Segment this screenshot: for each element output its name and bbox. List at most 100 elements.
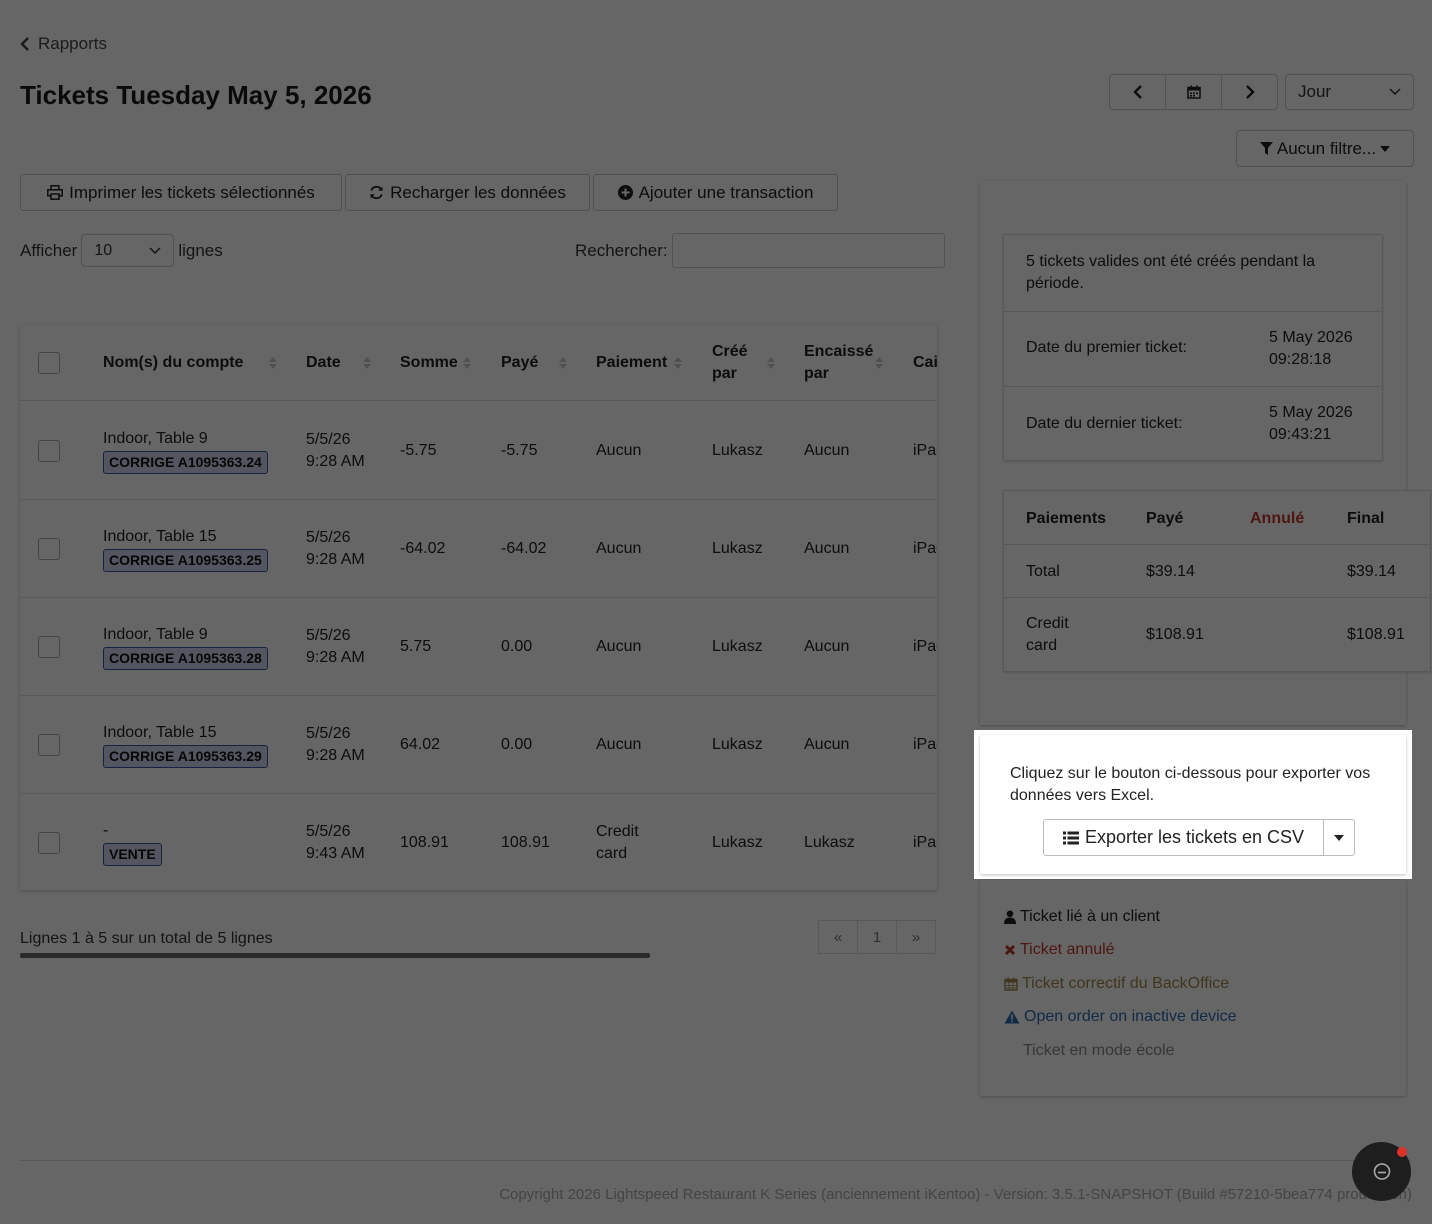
payments-header-voided: Annulé <box>1250 510 1305 527</box>
pagination: « 1 » <box>818 920 936 954</box>
payment-paid: $108.91 <box>1146 626 1204 643</box>
previous-page-button[interactable]: « <box>818 920 858 954</box>
divider <box>1004 544 1430 545</box>
paid-cell: -5.75 <box>501 442 538 459</box>
chevron-down-icon <box>1389 88 1401 96</box>
reload-data-button[interactable]: Recharger les données <box>345 174 590 211</box>
list-icon <box>1062 831 1079 844</box>
filter-label: Aucun filtre... <box>1276 138 1377 158</box>
date-cell: 5/5/26 9:43 AM <box>306 823 365 862</box>
export-options-toggle[interactable] <box>1323 819 1355 856</box>
export-instructions: Cliquez sur le bouton ci-dessous pour ex… <box>1010 765 1371 804</box>
export-panel: Cliquez sur le bouton ci-dessous pour ex… <box>974 730 1412 879</box>
column-header-created-by[interactable]: Créé par <box>712 325 776 401</box>
ticket-legend: Ticket lié à un client Ticket annulé Tic… <box>980 880 1406 1096</box>
sort-icon <box>463 357 471 369</box>
column-header-cashed-by[interactable]: Encaissé par <box>804 325 884 401</box>
row-checkbox[interactable] <box>38 734 60 756</box>
column-header-account[interactable]: Nom(s) du compte <box>103 325 278 401</box>
created-by-cell: Lukasz <box>712 638 763 655</box>
period-select[interactable]: Jour <box>1285 74 1414 110</box>
legend-school-mode: Ticket en mode école <box>1023 1042 1175 1059</box>
ticket-badge: CORRIGE A1095363.25 <box>103 549 268 572</box>
table-row[interactable]: Indoor, Table 15 CORRIGE A1095363.29 5/5/… <box>20 696 937 794</box>
table-row[interactable]: - VENTE 5/5/26 9:43 AM 108.91 108.91 Cred… <box>20 794 937 890</box>
created-by-cell: Lukasz <box>712 540 763 557</box>
plus-circle-icon <box>617 185 633 200</box>
created-by-cell: Lukasz <box>712 442 763 459</box>
print-icon <box>47 185 64 200</box>
table-row[interactable]: Indoor, Table 9 CORRIGE A1095363.28 5/5/2… <box>20 598 937 696</box>
date-cell: 5/5/26 9:28 AM <box>306 627 365 666</box>
sort-icon <box>363 357 371 369</box>
amount-cell: -64.02 <box>400 540 446 557</box>
caret-down-icon <box>1380 145 1391 152</box>
payment-cell: Credit card <box>596 823 639 862</box>
payments-header-final: Final <box>1347 510 1385 527</box>
payment-method: Total <box>1026 563 1060 580</box>
summary-note: 5 tickets valides ont été créés pendant … <box>1026 253 1316 292</box>
sort-icon <box>767 357 775 369</box>
next-period-button[interactable] <box>1221 74 1278 110</box>
search-input[interactable] <box>671 233 945 268</box>
payment-final: $39.14 <box>1347 563 1396 580</box>
row-checkbox[interactable] <box>38 832 60 854</box>
table-row[interactable]: Indoor, Table 15 CORRIGE A1095363.25 5/5/… <box>20 500 937 598</box>
first-ticket-value: 5 May 2026 09:28:18 <box>1269 329 1353 368</box>
rows-label: lignes <box>178 240 223 260</box>
page-length-value: 10 <box>94 241 113 259</box>
cashed-by-cell: Aucun <box>804 638 850 655</box>
chevron-down-icon <box>149 246 161 254</box>
register-cell: iPad <box>913 442 937 459</box>
last-ticket-value: 5 May 2026 09:43:21 <box>1269 404 1353 443</box>
row-checkbox[interactable] <box>38 440 60 462</box>
account-cell: Indoor, Table 15 CORRIGE A1095363.25 <box>103 500 293 598</box>
payment-cell: Aucun <box>596 540 642 557</box>
calendar-button[interactable] <box>1165 74 1222 110</box>
column-header-amount[interactable]: Somme <box>400 325 472 401</box>
column-header-payment[interactable]: Paiement <box>596 325 683 401</box>
created-by-cell: Lukasz <box>712 736 763 753</box>
filter-dropdown-button[interactable]: Aucun filtre... <box>1236 130 1414 167</box>
back-link-label: Rapports <box>38 34 107 53</box>
column-header-paid[interactable]: Payé <box>501 325 568 401</box>
row-checkbox[interactable] <box>38 538 60 560</box>
table-row[interactable]: Indoor, Table 9 CORRIGE A1095363.24 5/5/2… <box>20 402 937 500</box>
chat-support-button[interactable] <box>1352 1142 1411 1201</box>
ticket-badge: CORRIGE A1095363.29 <box>103 745 268 768</box>
page-length-select[interactable]: 10 <box>81 234 175 267</box>
horizontal-scrollbar[interactable] <box>20 953 650 958</box>
account-cell: - VENTE <box>103 794 293 890</box>
paid-cell: 0.00 <box>501 736 533 753</box>
column-header-register[interactable]: Cai <box>913 325 937 401</box>
print-selected-tickets-button[interactable]: Imprimer les tickets sélectionnés <box>20 174 342 211</box>
next-page-button[interactable]: » <box>896 920 936 954</box>
sort-icon <box>559 357 567 369</box>
export-csv-button[interactable]: Exporter les tickets en CSV <box>1043 819 1324 856</box>
register-cell: iPad <box>913 540 937 557</box>
user-icon <box>1004 910 1016 924</box>
account-cell: Indoor, Table 9 CORRIGE A1095363.24 <box>103 402 293 500</box>
add-transaction-button[interactable]: Ajouter une transaction <box>593 174 838 211</box>
cashed-by-cell: Aucun <box>804 442 850 459</box>
date-cell: 5/5/26 9:28 AM <box>306 725 365 764</box>
previous-period-button[interactable] <box>1109 74 1166 110</box>
payment-cell: Aucun <box>596 638 642 655</box>
tickets-table: Nom(s) du compte Date Somme Payé Paiemen… <box>20 325 937 890</box>
table-info: Lignes 1 à 5 sur un total de 5 lignes <box>20 930 273 947</box>
row-checkbox[interactable] <box>38 636 60 658</box>
payment-cell: Aucun <box>596 736 642 753</box>
register-cell: iPad <box>913 736 937 753</box>
payment-cell: Aucun <box>596 442 642 459</box>
page-1-button[interactable]: 1 <box>857 920 897 954</box>
page-length-control: Afficher 10 lignes <box>20 234 223 267</box>
date-navigation <box>1109 74 1278 110</box>
legend-voided: Ticket annulé <box>1004 941 1115 959</box>
column-header-date[interactable]: Date <box>306 325 372 401</box>
back-to-reports-link[interactable]: Rapports <box>20 34 107 54</box>
caret-down-icon <box>1334 834 1344 841</box>
select-all-checkbox[interactable] <box>38 352 60 374</box>
payments-header-method: Paiements <box>1026 510 1107 527</box>
reload-button-label: Recharger les données <box>390 182 566 202</box>
calendar-icon <box>1004 977 1018 991</box>
